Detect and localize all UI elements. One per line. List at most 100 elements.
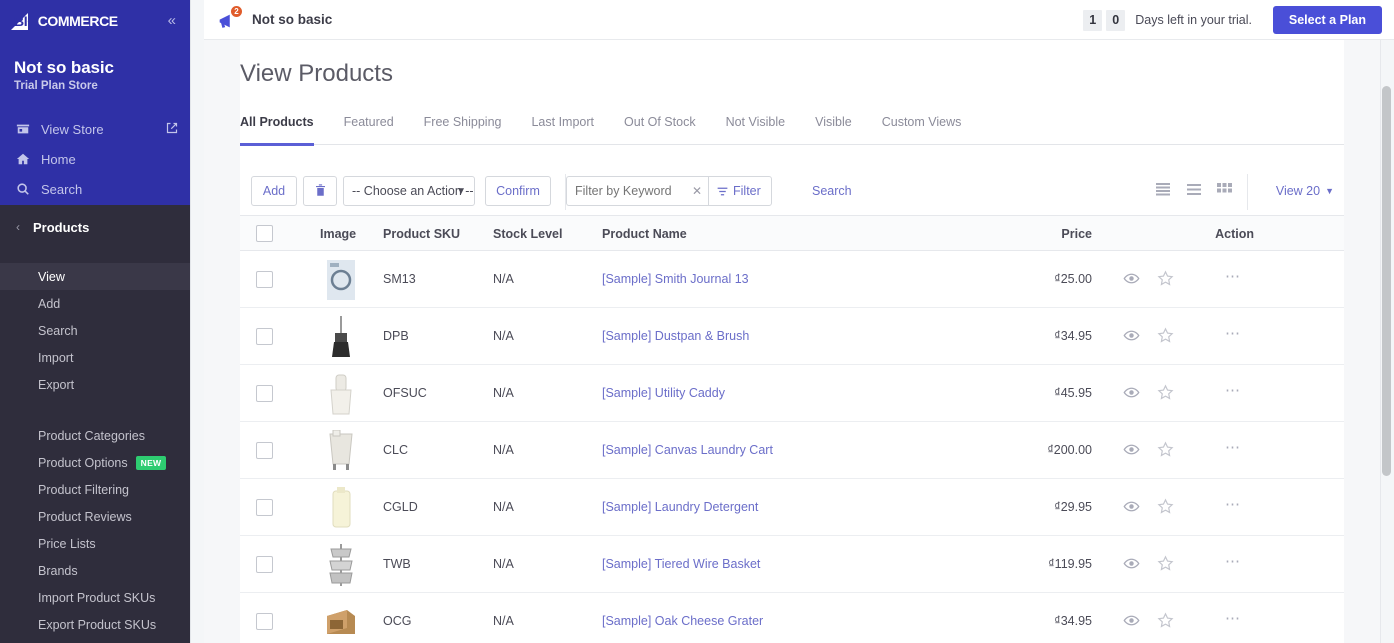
ellipsis-icon[interactable]: ⋯ <box>1225 270 1241 284</box>
sidebar-item-product-reviews[interactable]: Product Reviews <box>0 503 190 530</box>
chevron-left-icon[interactable]: ‹ <box>16 220 20 234</box>
tab-custom-views[interactable]: Custom Views <box>882 115 962 145</box>
sidebar-scrollbar-track[interactable] <box>190 0 204 643</box>
ellipsis-icon[interactable]: ⋯ <box>1225 612 1241 626</box>
select-a-plan-button[interactable]: Select a Plan <box>1273 6 1382 34</box>
grid-icon[interactable] <box>1217 182 1232 201</box>
cell-product-name[interactable]: [Sample] Laundry Detergent <box>602 500 758 514</box>
page-scrollbar-thumb[interactable] <box>1382 86 1391 476</box>
column-header-image: Image <box>320 227 356 241</box>
tab-out-of-stock[interactable]: Out Of Stock <box>624 115 696 145</box>
store-icon <box>14 121 32 137</box>
tab-last-import[interactable]: Last Import <box>531 115 594 145</box>
star-icon[interactable] <box>1157 327 1174 349</box>
eye-icon[interactable] <box>1123 441 1140 463</box>
sidebar-item-label: Price Lists <box>38 537 96 551</box>
star-icon[interactable] <box>1157 555 1174 577</box>
filter-button[interactable]: Filter <box>708 176 772 206</box>
row-checkbox[interactable] <box>256 385 273 402</box>
table-row: OFSUCN/A[Sample] Utility Caddy₫45.95⋯ <box>240 365 1344 422</box>
star-icon[interactable] <box>1157 441 1174 463</box>
cell-price: ₫34.95 <box>1054 614 1092 628</box>
sidebar-item-import[interactable]: Import <box>0 344 190 371</box>
megaphone-icon[interactable]: 2 <box>216 7 242 33</box>
add-button[interactable]: Add <box>251 176 297 206</box>
eye-icon[interactable] <box>1123 384 1140 406</box>
search-button[interactable]: Search <box>812 176 852 206</box>
sidebar-item-product-options[interactable]: Product Options NEW <box>0 449 190 476</box>
choose-action-select[interactable]: -- Choose an Action -- ▼ <box>343 176 475 206</box>
sidebar-logo-row: BIGCOMMERCE « <box>0 0 190 40</box>
star-icon[interactable] <box>1157 498 1174 520</box>
list-compact-icon[interactable] <box>1155 182 1171 201</box>
row-checkbox[interactable] <box>256 442 273 459</box>
sidebar-item-search-products[interactable]: Search <box>0 317 190 344</box>
select-all-checkbox[interactable] <box>256 225 273 242</box>
tab-featured[interactable]: Featured <box>344 115 394 145</box>
sidebar-item-view-store[interactable]: View Store <box>0 114 190 144</box>
filter-keyword-input[interactable] <box>566 176 686 206</box>
view-count-dropdown[interactable]: View 20 ▼ <box>1276 176 1334 206</box>
row-checkbox[interactable] <box>256 556 273 573</box>
cell-stock-level: N/A <box>493 329 514 343</box>
tab-free-shipping[interactable]: Free Shipping <box>424 115 502 145</box>
store-name: Not so basic <box>14 58 114 78</box>
tab-visible[interactable]: Visible <box>815 115 852 145</box>
page-scrollbar-track[interactable] <box>1380 40 1394 643</box>
laundry-cart-thumbnail <box>320 430 362 472</box>
confirm-button[interactable]: Confirm <box>485 176 551 206</box>
sidebar-top-nav: View Store Home Search <box>0 114 190 204</box>
sidebar-item-home[interactable]: Home <box>0 144 190 174</box>
eye-icon[interactable] <box>1123 555 1140 577</box>
cell-product-name[interactable]: [Sample] Smith Journal 13 <box>602 272 749 286</box>
sidebar-item-price-lists[interactable]: Price Lists <box>0 530 190 557</box>
sidebar-item-export[interactable]: Export <box>0 371 190 398</box>
chevron-double-left-icon[interactable]: « <box>168 13 176 28</box>
sidebar-item-view[interactable]: View <box>0 263 190 290</box>
row-checkbox[interactable] <box>256 271 273 288</box>
sidebar-item-add[interactable]: Add <box>0 290 190 317</box>
sidebar-item-search[interactable]: Search <box>0 174 190 204</box>
delete-button[interactable] <box>303 176 337 206</box>
chevron-down-icon: ▼ <box>1325 186 1334 196</box>
cell-product-sku: OFSUC <box>383 386 427 400</box>
row-checkbox[interactable] <box>256 328 273 345</box>
cell-product-name[interactable]: [Sample] Dustpan & Brush <box>602 329 749 343</box>
cell-product-name[interactable]: [Sample] Utility Caddy <box>602 386 725 400</box>
ellipsis-icon[interactable]: ⋯ <box>1225 498 1241 512</box>
toolbar: Add -- Choose an Action -- ▼ Confirm ✕ <box>240 176 1344 208</box>
star-icon[interactable] <box>1157 384 1174 406</box>
sidebar-item-import-product-skus[interactable]: Import Product SKUs <box>0 584 190 611</box>
sidebar-item-label: Product Reviews <box>38 510 132 524</box>
sidebar-item-export-product-skus[interactable]: Export Product SKUs <box>0 611 190 638</box>
eye-icon[interactable] <box>1123 498 1140 520</box>
sidebar-item-product-filtering[interactable]: Product Filtering <box>0 476 190 503</box>
sidebar-panel-header-products[interactable]: ‹ Products <box>0 213 190 241</box>
tab-all-products[interactable]: All Products <box>240 115 314 145</box>
eye-icon[interactable] <box>1123 612 1140 634</box>
ellipsis-icon[interactable]: ⋯ <box>1225 327 1241 341</box>
sidebar-item-label: View Store <box>41 122 104 137</box>
eye-icon[interactable] <box>1123 270 1140 292</box>
star-icon[interactable] <box>1157 612 1174 634</box>
sidebar-item-product-categories[interactable]: Product Categories <box>0 422 190 449</box>
tab-not-visible[interactable]: Not Visible <box>726 115 786 145</box>
cell-product-name[interactable]: [Sample] Tiered Wire Basket <box>602 557 760 571</box>
sidebar-item-label: Export <box>38 378 74 392</box>
ellipsis-icon[interactable]: ⋯ <box>1225 441 1241 455</box>
cell-product-name[interactable]: [Sample] Oak Cheese Grater <box>602 614 763 628</box>
bigcommerce-logo[interactable]: BIGCOMMERCE <box>11 12 111 30</box>
sidebar-item-brands[interactable]: Brands <box>0 557 190 584</box>
ellipsis-icon[interactable]: ⋯ <box>1225 555 1241 569</box>
close-icon[interactable]: ✕ <box>686 176 708 206</box>
external-link-icon[interactable] <box>166 121 178 139</box>
table-body: SM13N/A[Sample] Smith Journal 13₫25.00⋯D… <box>240 251 1344 643</box>
cell-product-name[interactable]: [Sample] Canvas Laundry Cart <box>602 443 773 457</box>
list-comfortable-icon[interactable] <box>1186 182 1202 201</box>
eye-icon[interactable] <box>1123 327 1140 349</box>
row-checkbox[interactable] <box>256 613 273 630</box>
row-checkbox[interactable] <box>256 499 273 516</box>
ellipsis-icon[interactable]: ⋯ <box>1225 384 1241 398</box>
star-icon[interactable] <box>1157 270 1174 292</box>
page-title: View Products <box>240 60 393 88</box>
